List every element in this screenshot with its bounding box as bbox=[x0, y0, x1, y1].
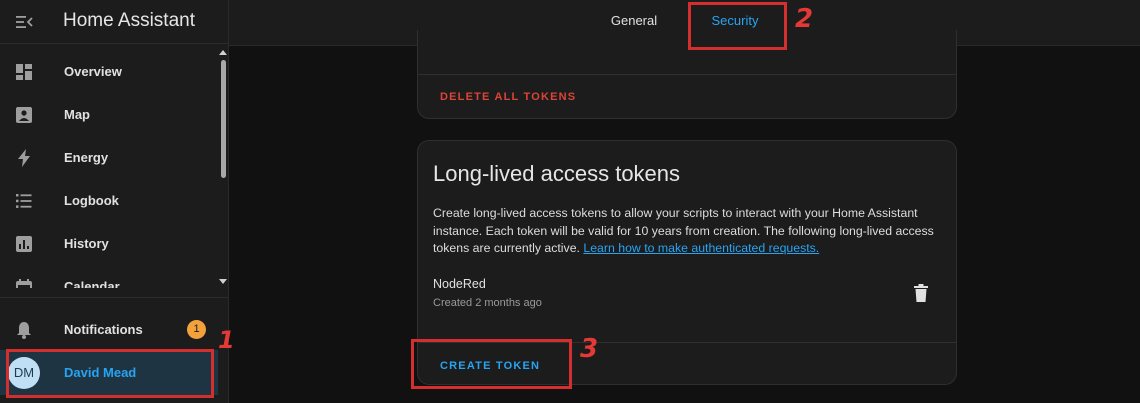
notification-count-badge: 1 bbox=[187, 320, 206, 339]
authenticated-requests-link[interactable]: Learn how to make authenticated requests… bbox=[583, 241, 819, 255]
sidebar-item-calendar[interactable]: Calendar bbox=[0, 265, 218, 288]
history-icon bbox=[16, 235, 32, 252]
annotation-box-security bbox=[688, 2, 787, 50]
delete-all-tokens-button[interactable]: DELETE ALL TOKENS bbox=[440, 91, 576, 103]
annotation-number-3: 3 bbox=[580, 334, 599, 364]
logbook-icon bbox=[16, 193, 32, 208]
card-title: Long-lived access tokens bbox=[433, 161, 681, 186]
sidebar: Home Assistant Overview Map Energy Logbo… bbox=[0, 0, 229, 403]
sidebar-item-label: Calendar bbox=[64, 279, 120, 288]
sidebar-item-history[interactable]: History bbox=[0, 222, 218, 265]
token-name: NodeRed bbox=[433, 277, 486, 291]
sidebar-item-logbook[interactable]: Logbook bbox=[0, 179, 218, 222]
sidebar-item-label: Map bbox=[64, 107, 90, 122]
scroll-down-arrow-icon[interactable] bbox=[219, 279, 227, 284]
sidebar-item-notifications[interactable]: Notifications 1 bbox=[0, 308, 218, 351]
sidebar-item-label: Notifications bbox=[64, 322, 143, 337]
energy-icon bbox=[18, 148, 30, 167]
refresh-tokens-card: DELETE ALL TOKENS bbox=[417, 30, 957, 119]
annotation-box-user bbox=[6, 349, 214, 398]
scroll-up-arrow-icon[interactable] bbox=[219, 50, 227, 55]
map-icon bbox=[16, 106, 32, 123]
calendar-icon bbox=[16, 278, 32, 288]
card-description: Create long-lived access tokens to allow… bbox=[433, 205, 943, 258]
sidebar-nav: Overview Map Energy Logbook History Cale… bbox=[0, 50, 218, 288]
annotation-number-2: 2 bbox=[795, 4, 814, 34]
bell-icon bbox=[17, 321, 31, 339]
sidebar-item-label: Energy bbox=[64, 150, 109, 165]
annotation-number-1: 1 bbox=[218, 326, 235, 354]
overview-icon bbox=[16, 63, 32, 80]
sidebar-divider bbox=[0, 297, 228, 298]
delete-token-icon[interactable] bbox=[912, 283, 930, 303]
sidebar-item-map[interactable]: Map bbox=[0, 93, 218, 136]
sidebar-scrollbar[interactable] bbox=[218, 48, 228, 288]
token-created: Created 2 months ago bbox=[433, 297, 542, 309]
annotation-box-create-token bbox=[411, 339, 572, 389]
sidebar-item-overview[interactable]: Overview bbox=[0, 50, 218, 93]
scroll-thumb[interactable] bbox=[221, 60, 226, 178]
menu-collapse-icon[interactable] bbox=[14, 12, 34, 32]
sidebar-header: Home Assistant bbox=[0, 0, 228, 44]
sidebar-item-energy[interactable]: Energy bbox=[0, 136, 218, 179]
app-title: Home Assistant bbox=[63, 10, 195, 31]
sidebar-item-label: Overview bbox=[64, 64, 122, 79]
sidebar-item-label: Logbook bbox=[64, 193, 119, 208]
card-actions: DELETE ALL TOKENS bbox=[418, 74, 956, 118]
sidebar-item-label: History bbox=[64, 236, 109, 251]
